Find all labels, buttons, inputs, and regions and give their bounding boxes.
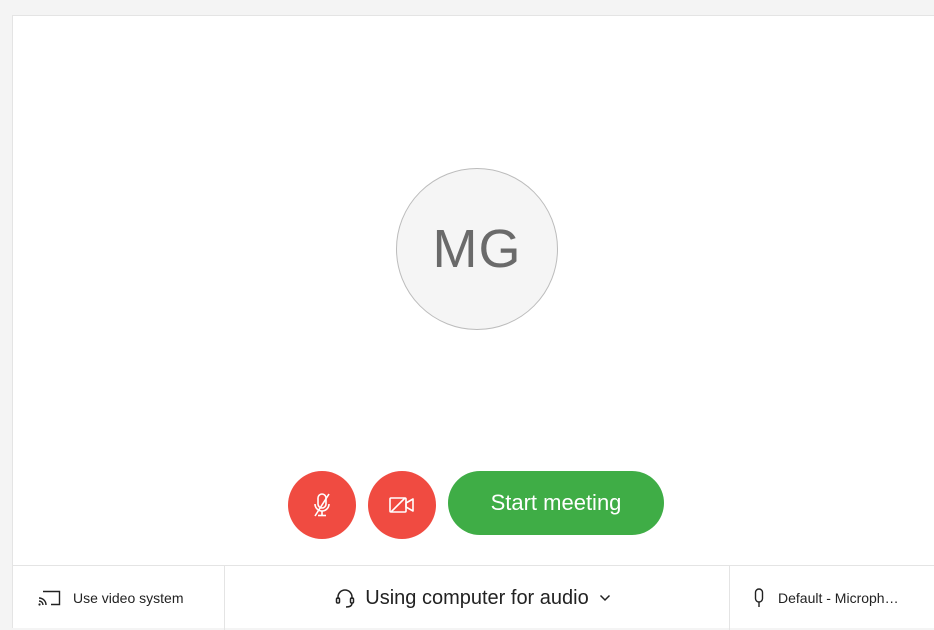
avatar: MG [396,168,558,330]
meeting-preview-panel: MG Start meeting Use video system Using … [12,15,934,630]
use-video-system-button[interactable]: Use video system [13,566,225,630]
audio-connection-label: Using computer for audio [365,586,589,609]
chevron-down-icon [599,594,611,602]
microphone-icon [754,588,764,608]
headset-icon [334,587,356,609]
use-video-system-label: Use video system [73,590,184,606]
microphone-selector[interactable]: Default - Microphone [730,566,934,630]
connection-options-bar: Use video system Using computer for audi… [13,565,934,630]
mute-button[interactable] [288,471,356,539]
avatar-initials: MG [432,219,522,279]
video-off-icon [388,495,416,515]
cast-icon [37,590,61,606]
video-button[interactable] [368,471,436,539]
start-meeting-button[interactable]: Start meeting [448,471,664,535]
audio-connection-dropdown[interactable]: Using computer for audio [225,566,730,630]
microphone-label: Default - Microphone [778,590,906,606]
mic-off-icon [311,492,333,518]
